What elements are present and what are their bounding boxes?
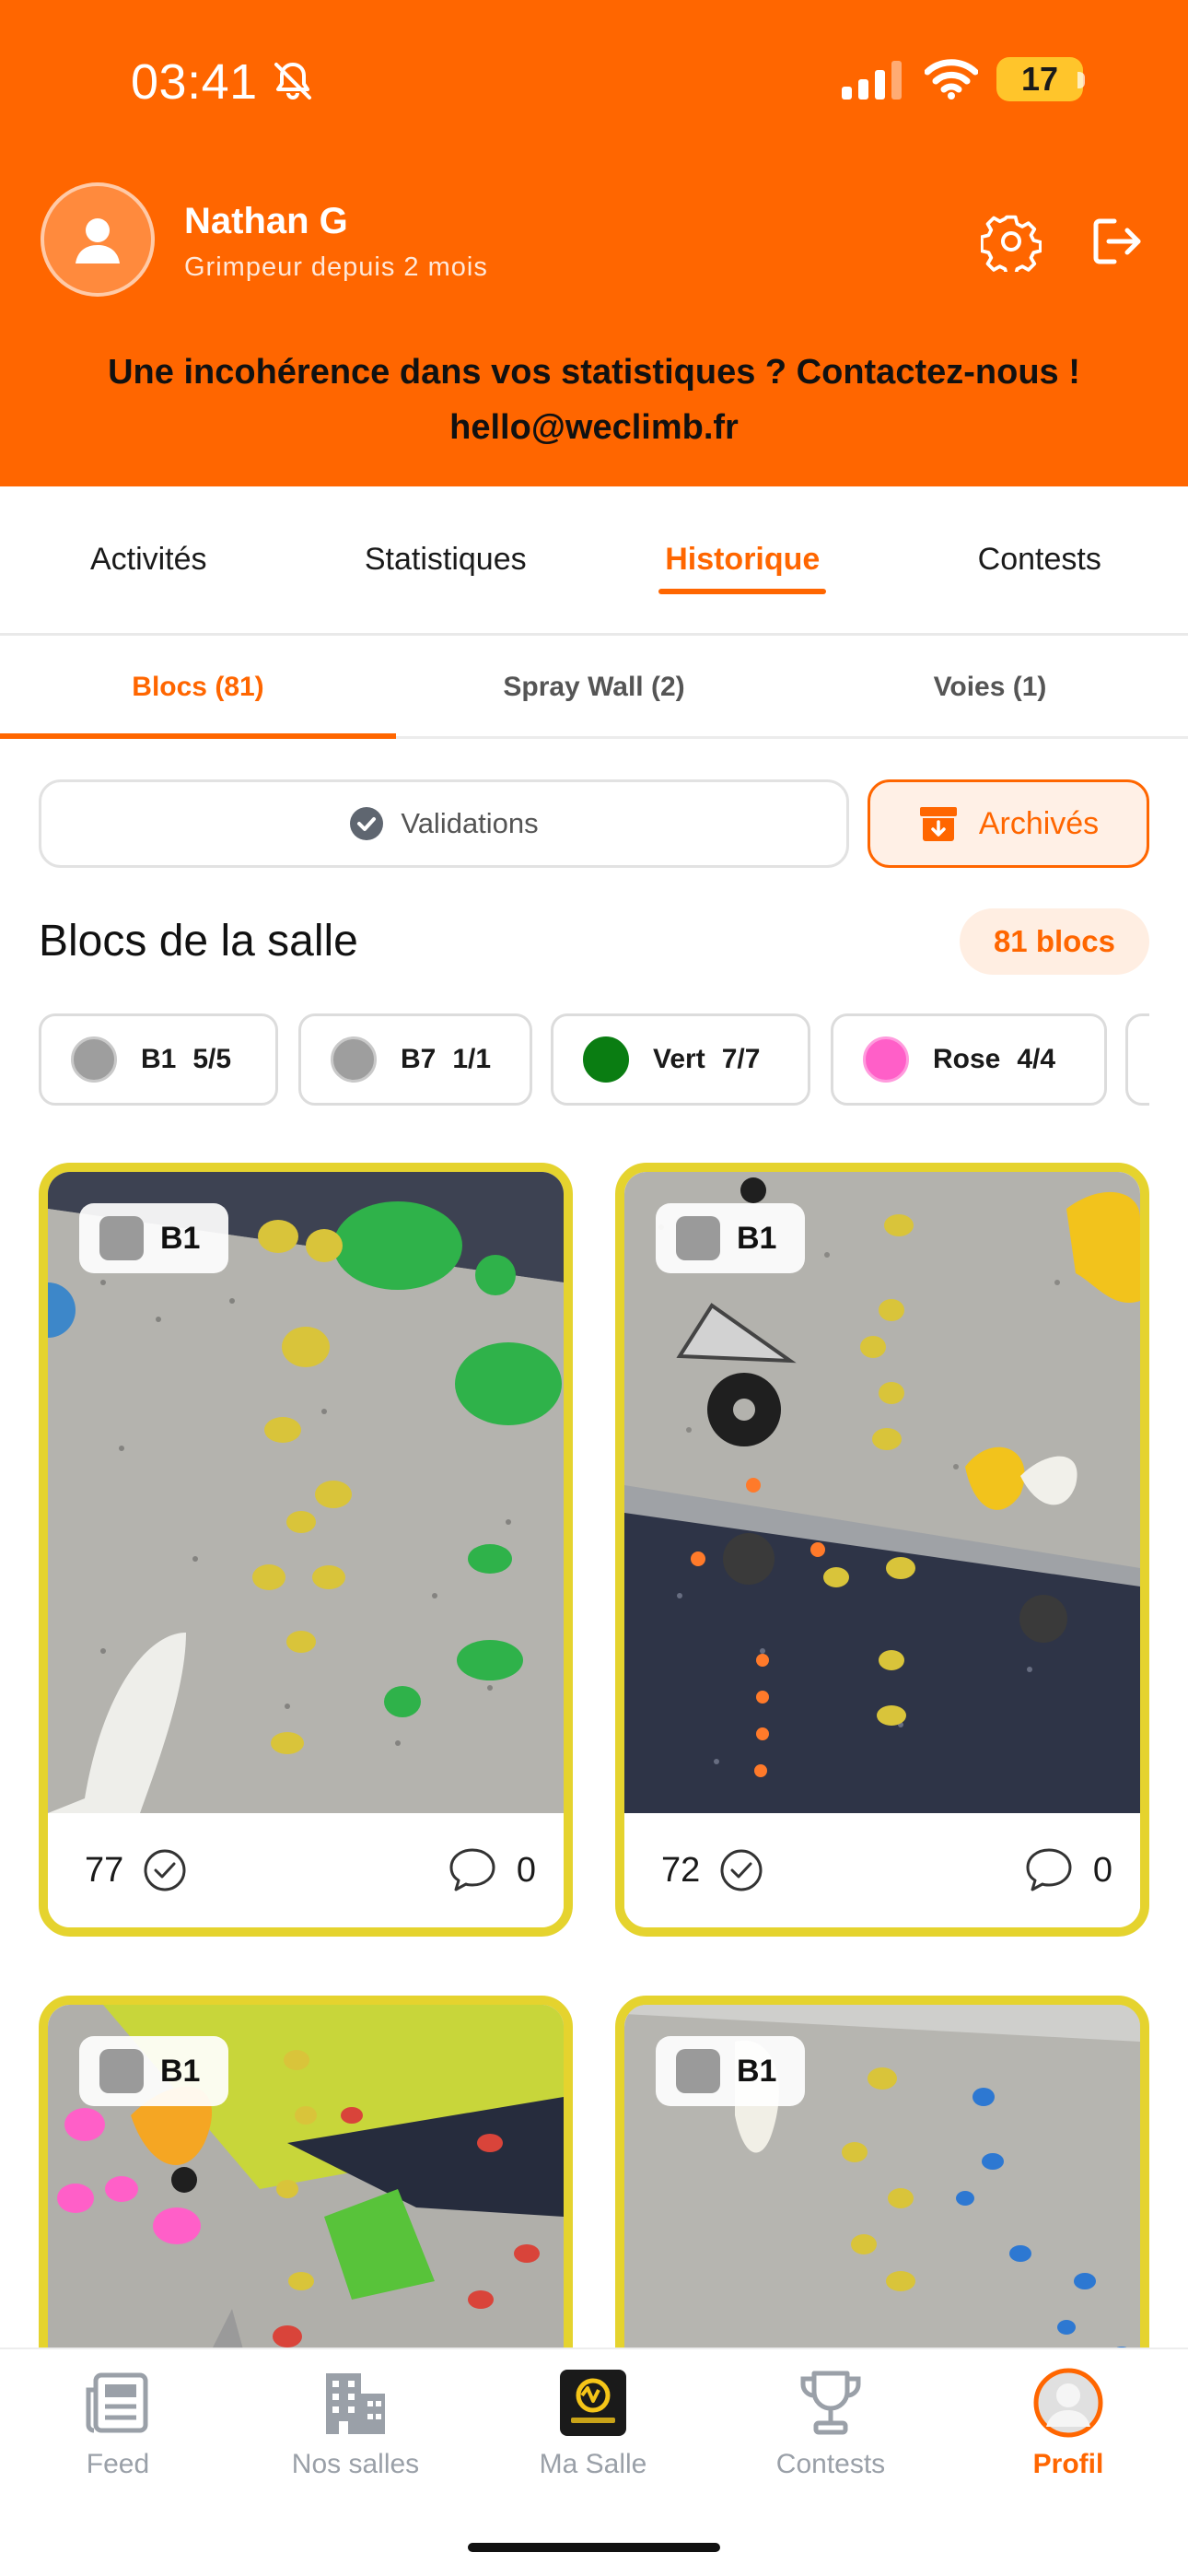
grade-chip-name: Rose — [933, 1044, 1001, 1074]
gym-logo-icon — [558, 2368, 628, 2438]
nav-label: Feed — [86, 2449, 150, 2479]
section-title: Blocs de la salle — [39, 917, 358, 966]
grade-chip-name: Vert — [653, 1044, 705, 1074]
grade-color-dot — [583, 1036, 629, 1083]
grade-chip-name: B7 — [401, 1044, 437, 1074]
notice-text: Une incohérence dans vos statistiques ? … — [108, 353, 1080, 392]
bloc-card[interactable]: B1 72 0 — [615, 1163, 1149, 1937]
grade-chip-list: B1 5/5 B7 1/1 Vert 7/7 Rose 4/4 — [39, 1013, 1149, 1107]
gear-icon — [981, 215, 1042, 272]
grade-chip-rose[interactable]: Rose 4/4 — [831, 1013, 1107, 1106]
grade-chip-count: 4/4 — [1017, 1044, 1056, 1074]
archives-filter-button[interactable]: Archivés — [868, 779, 1149, 868]
comment-icon — [1026, 1848, 1072, 1891]
comment-icon — [449, 1848, 495, 1891]
grade-chip-count: 5/5 — [192, 1044, 232, 1074]
tab-contests[interactable]: Contests — [891, 486, 1188, 633]
grade-color-swatch — [99, 2049, 144, 2093]
user-name: Nathan G — [184, 201, 348, 241]
validation-count: 72 — [661, 1850, 701, 1890]
comment-count: 0 — [1092, 1850, 1112, 1890]
subtab-voies[interactable]: Voies (1) — [792, 638, 1188, 736]
grade-chip-count: 7/7 — [721, 1044, 761, 1074]
comments-button[interactable]: 0 — [447, 1844, 536, 1896]
comments-button[interactable]: 0 — [1023, 1844, 1112, 1896]
grade-tag-label: B1 — [737, 1220, 777, 1256]
status-time: 03:41 — [131, 54, 258, 110]
bloc-card-footer: 72 0 — [624, 1813, 1140, 1927]
status-bar: 03:41 17 — [0, 0, 1188, 162]
signal-icon — [842, 61, 902, 100]
nav-feed[interactable]: Feed — [17, 2368, 219, 2506]
user-subtitle: Grimpeur depuis 2 mois — [184, 252, 488, 282]
wifi-icon — [925, 59, 978, 100]
grade-chip-name: B1 — [141, 1044, 177, 1074]
settings-button[interactable] — [978, 208, 1044, 275]
grade-tag: B1 — [79, 1203, 228, 1273]
user-icon — [76, 218, 120, 263]
grade-chip-vert[interactable]: Vert 7/7 — [551, 1013, 810, 1106]
profile-header: 03:41 17 Nathan G Grimpeur depuis 2 mois — [0, 0, 1188, 486]
sub-tabs: Blocs (81) Spray Wall (2) Voies (1) — [0, 638, 1188, 739]
grade-chip-b1[interactable]: B1 5/5 — [39, 1013, 278, 1106]
grade-tag: B1 — [656, 1203, 805, 1273]
bell-slash-icon — [274, 63, 311, 100]
grade-color-dot — [71, 1036, 117, 1083]
bottom-navigation: Feed Nos salles Ma Salle Contests Profil — [0, 2348, 1188, 2576]
subtab-blocs[interactable]: Blocs (81) — [0, 638, 396, 739]
nav-contests[interactable]: Contests — [729, 2368, 932, 2506]
archives-label: Archivés — [978, 805, 1100, 841]
nav-ma-salle[interactable]: Ma Salle — [492, 2368, 694, 2506]
validation-count: 77 — [85, 1850, 124, 1890]
grade-color-dot — [863, 1036, 909, 1083]
grade-chip-b7[interactable]: B7 1/1 — [298, 1013, 532, 1106]
grade-tag-label: B1 — [160, 1220, 201, 1256]
tab-activites[interactable]: Activités — [0, 486, 297, 633]
blocs-count-badge: 81 blocs — [960, 908, 1149, 975]
profile-avatar-icon — [1033, 2368, 1103, 2438]
buildings-icon — [320, 2368, 390, 2438]
stats-notice: Une incohérence dans vos statistiques ? … — [37, 345, 1151, 455]
tab-historique[interactable]: Historique — [594, 486, 891, 633]
nav-label: Ma Salle — [539, 2449, 647, 2479]
validations-filter-button[interactable]: Validations — [39, 779, 849, 868]
logout-button[interactable] — [1083, 208, 1149, 275]
grade-color-dot — [331, 1036, 377, 1083]
user-avatar[interactable] — [41, 182, 155, 297]
newspaper-icon — [83, 2368, 153, 2438]
nav-profil[interactable]: Profil — [967, 2368, 1170, 2506]
check-circle-outline-icon — [144, 1849, 186, 1891]
grade-tag: B1 — [656, 2036, 805, 2106]
grade-tag-label: B1 — [160, 2053, 201, 2089]
bloc-card[interactable]: B1 77 0 — [39, 1163, 573, 1937]
grade-color-swatch — [99, 1216, 144, 1260]
logout-icon — [1093, 218, 1141, 264]
archive-icon — [919, 807, 957, 841]
grade-color-swatch — [676, 2049, 720, 2093]
tab-statistiques[interactable]: Statistiques — [297, 486, 595, 633]
subtab-spray-wall[interactable]: Spray Wall (2) — [396, 638, 792, 736]
nav-label: Contests — [775, 2449, 886, 2479]
grade-color-swatch — [676, 1216, 720, 1260]
nav-label: Profil — [1032, 2449, 1104, 2479]
check-circle-outline-icon — [720, 1849, 763, 1891]
battery-icon: 17 — [996, 57, 1083, 101]
nav-nos-salles[interactable]: Nos salles — [254, 2368, 457, 2506]
check-circle-icon — [350, 807, 384, 840]
battery-tip — [1077, 72, 1085, 88]
home-indicator[interactable] — [468, 2543, 720, 2552]
grade-tag-label: B1 — [737, 2053, 777, 2089]
comment-count: 0 — [516, 1850, 536, 1890]
main-tabs: Activités Statistiques Historique Contes… — [0, 486, 1188, 636]
contact-email-link[interactable]: hello@weclimb.fr — [37, 400, 1151, 455]
grade-tag: B1 — [79, 2036, 228, 2106]
trophy-icon — [796, 2368, 866, 2438]
bloc-card-footer: 77 0 — [48, 1813, 564, 1927]
nav-label: Nos salles — [291, 2449, 420, 2479]
grade-chip-count: 1/1 — [452, 1044, 492, 1074]
validations-label: Validations — [401, 807, 539, 839]
grade-chip-more[interactable] — [1125, 1013, 1149, 1106]
